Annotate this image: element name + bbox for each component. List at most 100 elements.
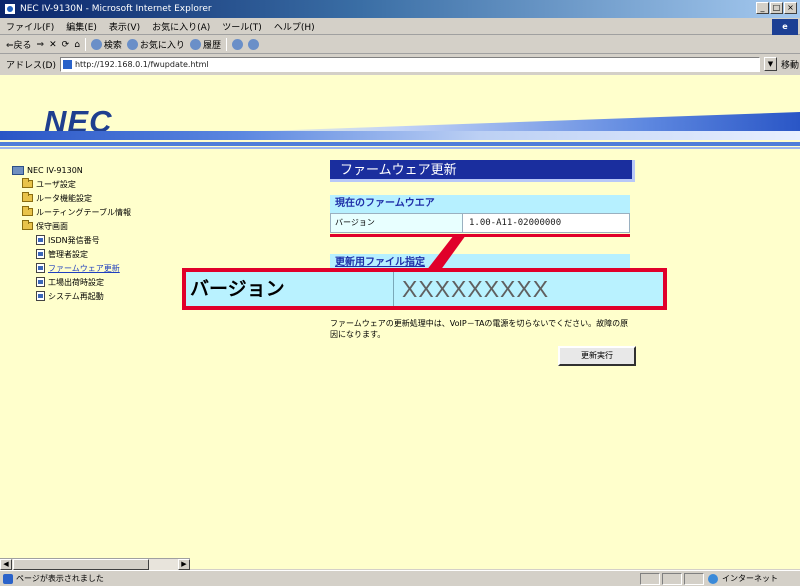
tree-item-label: ユーザ設定 xyxy=(36,179,76,189)
back-label: ⇐戻る xyxy=(6,41,32,51)
forward-arrow-icon: ⇒ xyxy=(36,39,45,50)
forward-button[interactable]: ⇒ xyxy=(37,40,45,50)
menu-view[interactable]: 表示(V) xyxy=(109,20,140,33)
page-icon xyxy=(36,291,45,301)
folder-icon xyxy=(22,206,33,216)
folder-icon xyxy=(22,192,33,202)
tree-item-factory-reset[interactable]: 工場出荷時設定 xyxy=(12,275,172,289)
tree-item-user-settings[interactable]: ユーザ設定 xyxy=(12,177,172,191)
header-stripe xyxy=(0,131,800,140)
device-icon xyxy=(12,165,24,175)
favorites-icon xyxy=(126,39,138,50)
close-button[interactable]: × xyxy=(784,2,797,14)
tree-root-label: NEC IV-9130N xyxy=(27,165,83,175)
search-icon xyxy=(90,39,102,50)
favorites-label: お気に入り xyxy=(139,41,185,51)
tree-item-label: システム再起動 xyxy=(48,291,104,301)
open-folder-icon xyxy=(22,220,33,230)
stop-button[interactable]: ✕ xyxy=(49,40,57,50)
maximize-button[interactable]: □ xyxy=(770,2,783,14)
history-icon xyxy=(189,39,201,50)
menu-help[interactable]: ヘルプ(H) xyxy=(274,20,315,33)
status-text: ページが表示されました xyxy=(16,574,104,583)
nav-tree: NEC IV-9130N ユーザ設定 ルータ機能設定 ルーティングテーブル情報 … xyxy=(12,163,172,303)
execute-update-button[interactable]: 更新実行 xyxy=(558,346,636,366)
globe-icon xyxy=(708,574,718,584)
tree-item-system-restart[interactable]: システム再起動 xyxy=(12,289,172,303)
page-title: ファームウェア更新 xyxy=(330,160,635,182)
menu-favorites[interactable]: お気に入り(A) xyxy=(152,20,210,33)
page-done-icon xyxy=(3,574,13,584)
current-version-value: 1.00-A11-02000000 xyxy=(463,214,629,232)
tree-item-label: 管理者設定 xyxy=(48,249,88,259)
minimize-button[interactable]: _ xyxy=(756,2,769,14)
window-title: NEC IV-9130N - Microsoft Internet Explor… xyxy=(20,4,212,14)
header-stripe xyxy=(0,142,800,146)
tree-item-maintenance[interactable]: 保守画面 xyxy=(12,219,172,233)
history-label: 履歴 xyxy=(202,41,221,51)
home-button[interactable]: ⌂ xyxy=(74,40,80,50)
tree-item-admin-settings[interactable]: 管理者設定 xyxy=(12,247,172,261)
header-stripes xyxy=(0,131,800,151)
window-titlebar: NEC IV-9130N - Microsoft Internet Explor… xyxy=(0,0,800,18)
folder-icon xyxy=(22,178,33,188)
tree-item-label: ファームウェア更新 xyxy=(48,263,120,273)
tree-item-firmware-update[interactable]: ファームウェア更新 xyxy=(12,261,172,275)
callout-version-label: バージョン xyxy=(186,272,394,306)
menu-bar: ファイル(F) 編集(E) 表示(V) お気に入り(A) ツール(T) ヘルプ(… xyxy=(0,18,800,35)
menu-tools[interactable]: ツール(T) xyxy=(222,20,262,33)
current-firmware-heading: 現在のファームウエア xyxy=(330,195,630,213)
scroll-thumb[interactable] xyxy=(13,559,149,570)
address-dropdown-button[interactable]: ▼ xyxy=(763,57,777,71)
search-label: 検索 xyxy=(103,41,122,51)
ie-app-icon xyxy=(4,3,16,15)
mail-button[interactable] xyxy=(231,39,243,50)
toolbar: ⇐戻る ⇒ ✕ ⟳ ⌂ 検索 お気に入り 履歴 xyxy=(0,36,800,54)
zone-label: インターネット xyxy=(722,574,778,583)
back-button[interactable]: ⇐戻る xyxy=(6,38,32,51)
home-icon: ⌂ xyxy=(74,39,80,50)
version-callout: バージョン XXXXXXXXX xyxy=(182,268,667,310)
history-button[interactable]: 履歴 xyxy=(189,38,221,51)
tree-item-label: 工場出荷時設定 xyxy=(48,277,104,287)
update-notice: ファームウェアの更新処理中は、VoIP－TAの電源を切らないでください。故障の原… xyxy=(330,319,629,339)
toolbar-separator xyxy=(225,38,227,51)
status-panel xyxy=(662,573,682,585)
menu-file[interactable]: ファイル(F) xyxy=(6,20,54,33)
menu-edit[interactable]: 編集(E) xyxy=(66,20,97,33)
callout-version-value: XXXXXXXXX xyxy=(402,276,550,302)
favorites-button[interactable]: お気に入り xyxy=(126,38,185,51)
address-bar: アドレス(D) http://192.168.0.1/fwupdate.html… xyxy=(0,55,800,73)
ie-logo-icon: e xyxy=(772,19,798,35)
tree-item-label: ルーティングテーブル情報 xyxy=(36,207,132,217)
current-version-row: バージョン 1.00-A11-02000000 xyxy=(330,213,630,233)
tree-item-isdn-number[interactable]: ISDN発信番号 xyxy=(12,233,172,247)
window-controls: _ □ × xyxy=(756,2,797,14)
tree-item-router-settings[interactable]: ルータ機能設定 xyxy=(12,191,172,205)
address-input[interactable]: http://192.168.0.1/fwupdate.html xyxy=(59,56,760,72)
stop-icon: ✕ xyxy=(49,39,57,50)
tree-item-label: 保守画面 xyxy=(36,221,68,231)
print-button[interactable] xyxy=(247,39,259,50)
address-label: アドレス(D) xyxy=(6,60,56,71)
tree-item-label: ルータ機能設定 xyxy=(36,193,92,203)
header-stripe xyxy=(0,147,800,149)
tree-item-label: ISDN発信番号 xyxy=(48,235,100,245)
scroll-left-arrow-icon[interactable]: ◀ xyxy=(0,559,12,570)
go-button[interactable]: 移動 xyxy=(781,58,799,71)
mail-icon xyxy=(231,39,243,50)
security-zone: インターネット xyxy=(708,571,778,586)
version-label: バージョン xyxy=(331,214,463,232)
page-icon xyxy=(36,277,45,287)
status-bar: ページが表示されました インターネット xyxy=(0,570,800,586)
refresh-icon: ⟳ xyxy=(61,39,70,50)
tree-root[interactable]: NEC IV-9130N xyxy=(12,163,172,177)
status-panel xyxy=(640,573,660,585)
scroll-right-arrow-icon[interactable]: ▶ xyxy=(178,559,190,570)
search-button[interactable]: 検索 xyxy=(90,38,122,51)
refresh-button[interactable]: ⟳ xyxy=(62,40,70,50)
horizontal-scrollbar[interactable]: ◀ ▶ xyxy=(0,558,190,570)
page-icon xyxy=(36,249,45,259)
highlight-underline xyxy=(330,234,630,237)
tree-item-routing-table[interactable]: ルーティングテーブル情報 xyxy=(12,205,172,219)
